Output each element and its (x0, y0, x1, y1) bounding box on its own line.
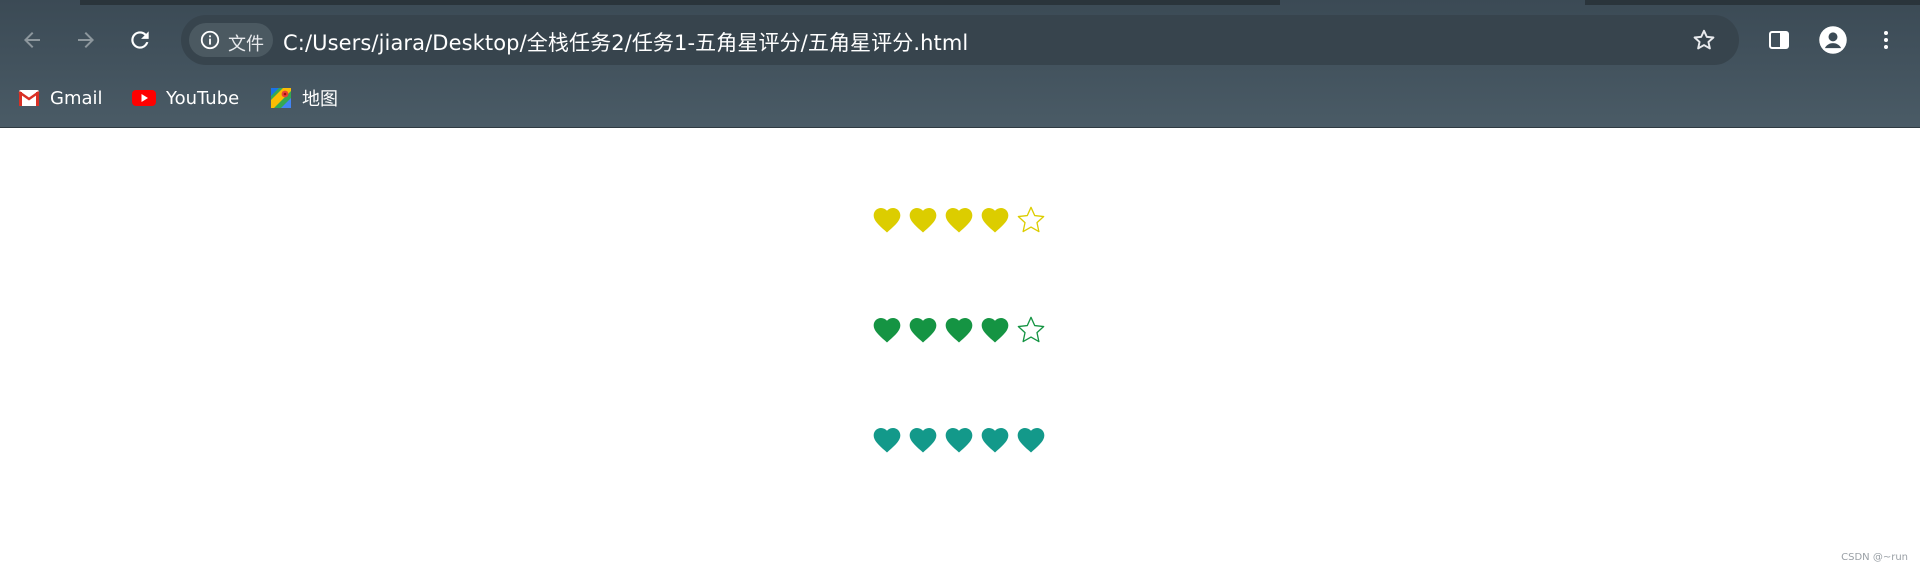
bookmark-gmail[interactable]: Gmail (18, 84, 103, 112)
address-bar[interactable]: 文件 C:/Users/jiara/Desktop/全栈任务2/任务1-五角星评… (181, 15, 1739, 65)
rating-row (869, 200, 1049, 240)
heart-icon[interactable] (905, 314, 941, 346)
forward-button[interactable] (68, 22, 104, 58)
back-icon (24, 32, 40, 48)
heart-shape (945, 318, 973, 343)
heart-icon[interactable] (977, 314, 1013, 346)
heart-shape (873, 208, 901, 233)
browser-chrome: 文件 C:/Users/jiara/Desktop/全栈任务2/任务1-五角星评… (0, 0, 1920, 128)
tab-strip-edge (80, 0, 1280, 5)
side-panel-button[interactable] (1761, 22, 1797, 58)
heart-shape (909, 318, 937, 343)
gmail-icon (18, 90, 40, 106)
star-outline-icon[interactable] (1013, 314, 1049, 346)
info-icon (200, 30, 220, 50)
site-info-chip[interactable]: 文件 (189, 23, 273, 57)
heart-icon[interactable] (869, 204, 905, 236)
heart-shape (981, 318, 1009, 343)
forward-icon (78, 32, 94, 48)
youtube-icon (132, 90, 156, 106)
heart-shape (873, 318, 901, 343)
bookmark-label: YouTube (166, 87, 240, 109)
bookmarks-bar: Gmail YouTube 地图 (0, 78, 1920, 118)
site-info-label: 文件 (228, 34, 264, 55)
star-outline-icon[interactable] (1013, 204, 1049, 236)
heart-icon[interactable] (941, 314, 977, 346)
profile-button[interactable] (1815, 22, 1851, 58)
watermark: CSDN @~run (1841, 552, 1908, 563)
heart-icon[interactable] (977, 204, 1013, 236)
heart-icon[interactable] (905, 424, 941, 456)
heart-shape (873, 428, 901, 453)
reload-button[interactable] (122, 22, 158, 58)
maps-icon (271, 88, 291, 108)
url-text[interactable]: C:/Users/jiara/Desktop/全栈任务2/任务1-五角星评分/五… (283, 27, 968, 57)
heart-icon[interactable] (869, 314, 905, 346)
side-panel-icon (1769, 31, 1789, 49)
star-shape (1017, 206, 1045, 233)
more-menu-icon (1884, 31, 1888, 49)
heart-icon[interactable] (905, 204, 941, 236)
bookmark-star-icon[interactable] (1691, 27, 1717, 53)
heart-icon[interactable] (1013, 424, 1049, 456)
heart-shape (945, 208, 973, 233)
heart-icon[interactable] (977, 424, 1013, 456)
heart-shape (909, 428, 937, 453)
rating-row (869, 420, 1049, 460)
heart-icon[interactable] (941, 424, 977, 456)
toolbar: 文件 C:/Users/jiara/Desktop/全栈任务2/任务1-五角星评… (0, 13, 1920, 67)
more-menu-button[interactable] (1868, 22, 1904, 58)
bookmark-maps[interactable]: 地图 (270, 84, 338, 112)
heart-shape (945, 428, 973, 453)
heart-shape (981, 428, 1009, 453)
rating-row (869, 310, 1049, 350)
profile-icon (1819, 26, 1847, 54)
tab-strip-edge (1585, 0, 1920, 5)
heart-icon[interactable] (941, 204, 977, 236)
heart-shape (1017, 428, 1045, 453)
heart-shape (981, 208, 1009, 233)
back-button[interactable] (14, 22, 50, 58)
star-shape (1017, 316, 1045, 343)
bookmark-youtube[interactable]: YouTube (132, 84, 239, 112)
heart-icon[interactable] (869, 424, 905, 456)
bookmark-label: 地图 (302, 89, 338, 110)
heart-shape (909, 208, 937, 233)
reload-icon (131, 31, 149, 49)
bookmark-label: Gmail (50, 87, 103, 109)
